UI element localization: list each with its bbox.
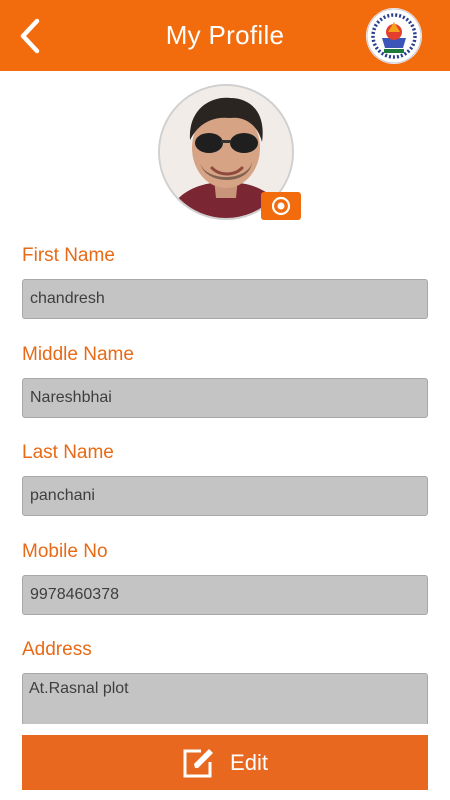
first-name-field: First Name bbox=[22, 234, 428, 333]
organization-logo bbox=[366, 8, 422, 64]
profile-form: First Name Middle Name Last Name Mobile … bbox=[22, 234, 428, 733]
edit-button-label: Edit bbox=[230, 749, 268, 775]
app-header: My Profile bbox=[0, 0, 450, 71]
change-photo-button[interactable] bbox=[261, 192, 301, 220]
mobile-no-input[interactable] bbox=[22, 574, 428, 615]
first-name-input[interactable] bbox=[22, 279, 428, 319]
mobile-no-field: Mobile No bbox=[22, 530, 428, 629]
last-name-input[interactable] bbox=[22, 476, 428, 516]
mobile-no-label: Mobile No bbox=[22, 540, 108, 562]
edit-pencil-icon bbox=[183, 748, 214, 777]
middle-name-field: Middle Name bbox=[22, 333, 428, 432]
edit-button[interactable]: Edit bbox=[22, 735, 428, 790]
last-name-label: Last Name bbox=[22, 442, 114, 463]
middle-name-input[interactable] bbox=[22, 377, 428, 418]
first-name-label: First Name bbox=[22, 245, 115, 266]
address-label: Address bbox=[22, 639, 92, 660]
profile-photo-area bbox=[158, 84, 301, 220]
camera-icon bbox=[271, 196, 291, 216]
last-name-field: Last Name bbox=[22, 431, 428, 530]
middle-name-label: Middle Name bbox=[22, 343, 134, 365]
address-field: Address At.Rasnal plot bbox=[22, 628, 428, 733]
